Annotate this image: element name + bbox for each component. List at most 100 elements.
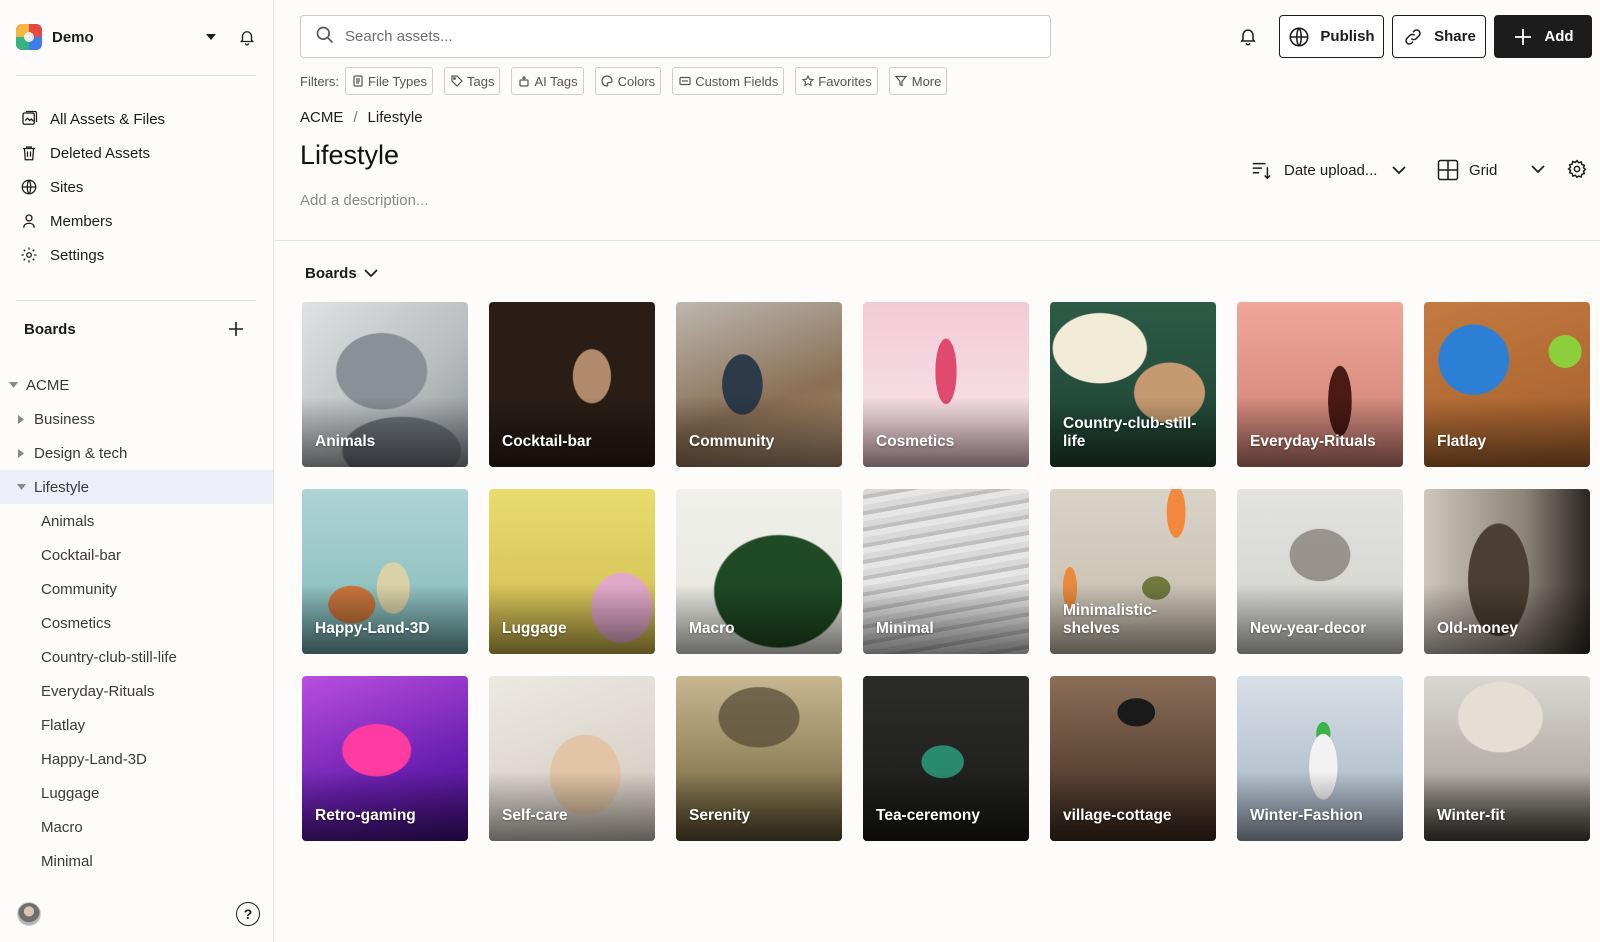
board-thumbnail-overlay [676, 397, 842, 467]
board-card[interactable]: New-year-decor [1237, 489, 1403, 654]
boards-tree: ACME Business Design & tech Lifestyle Animal… [0, 368, 273, 878]
filter-file-types[interactable]: File Types [345, 67, 434, 95]
tree-item[interactable]: Flatlay [0, 708, 273, 742]
board-card[interactable]: Minimalistic-shelves [1050, 489, 1216, 654]
nav-item-all-assets[interactable]: All Assets & Files [16, 102, 260, 136]
add-board-icon[interactable] [226, 319, 246, 339]
boards-section-label: Boards [305, 265, 357, 282]
board-card[interactable]: Cocktail-bar [489, 302, 655, 467]
tree-item[interactable]: Cosmetics [0, 606, 273, 640]
filter-tags[interactable]: Tags [444, 67, 501, 95]
assets-icon [20, 110, 38, 128]
avatar[interactable] [17, 902, 41, 926]
board-card[interactable]: Luggage [489, 489, 655, 654]
caret-right-icon[interactable] [16, 414, 26, 424]
tree-item-label: Luggage [41, 784, 100, 802]
workspace-switcher[interactable]: Demo [16, 22, 260, 52]
tree-item[interactable]: Design & tech [0, 436, 273, 470]
view-label: Grid [1469, 161, 1498, 179]
board-card[interactable]: Self-care [489, 676, 655, 841]
board-card[interactable]: Cosmetics [863, 302, 1029, 467]
tree-item[interactable]: Lifestyle [0, 470, 273, 504]
tree-item[interactable]: Cocktail-bar [0, 538, 273, 572]
board-card[interactable]: Flatlay [1424, 302, 1590, 467]
board-card[interactable]: village-cottage [1050, 676, 1216, 841]
filters-label: Filters: [300, 73, 339, 89]
nav-item-settings[interactable]: Settings [16, 238, 260, 272]
tree-item[interactable]: Country-club-still-life [0, 640, 273, 674]
publish-label: Publish [1320, 28, 1375, 45]
tree-item[interactable]: ACME [0, 368, 273, 402]
filter-label: More [911, 73, 942, 89]
search-input[interactable] [345, 28, 985, 45]
tree-item-label: ACME [26, 376, 70, 394]
board-card-label: Cocktail-bar [502, 433, 592, 450]
tree-item[interactable]: Everyday-Rituals [0, 674, 273, 708]
nav-item-sites[interactable]: Sites [16, 170, 260, 204]
filter-ai-tags[interactable]: AI Tags [511, 67, 584, 95]
board-card-label: Old-money [1437, 620, 1518, 637]
help-icon[interactable]: ? [236, 902, 260, 926]
board-card[interactable]: Winter-fit [1424, 676, 1590, 841]
tree-item[interactable]: Happy-Land-3D [0, 742, 273, 776]
notifications-bell-icon[interactable] [1236, 24, 1260, 48]
board-thumbnail-overlay [1424, 584, 1590, 654]
board-card[interactable]: Serenity [676, 676, 842, 841]
filter-label: Tags [467, 73, 495, 89]
tree-item[interactable]: Business [0, 402, 273, 436]
board-card[interactable]: Macro [676, 489, 842, 654]
board-card[interactable]: Old-money [1424, 489, 1590, 654]
publish-button[interactable]: Publish [1279, 15, 1384, 58]
board-card[interactable]: Everyday-Rituals [1237, 302, 1403, 467]
board-card[interactable]: Winter-Fashion [1237, 676, 1403, 841]
board-card-label: Tea-ceremony [876, 807, 980, 824]
filter-more[interactable]: More [888, 67, 948, 95]
tree-item[interactable]: Community [0, 572, 273, 606]
chevron-down-icon[interactable] [1530, 161, 1546, 177]
add-button[interactable]: Add [1494, 15, 1592, 58]
description-field[interactable]: Add a description... [300, 192, 428, 209]
caret-down-icon[interactable] [202, 28, 220, 46]
board-card-label: Happy-Land-3D [315, 620, 430, 637]
tree-item[interactable]: Animals [0, 504, 273, 538]
sort-dropdown[interactable]: Date upload... [1250, 156, 1407, 184]
share-button[interactable]: Share [1392, 15, 1486, 58]
board-card[interactable]: Animals [302, 302, 468, 467]
breadcrumb-root[interactable]: ACME [300, 109, 343, 126]
view-dropdown[interactable]: Grid [1437, 156, 1497, 184]
board-card[interactable]: Happy-Land-3D [302, 489, 468, 654]
view-settings-gear-icon[interactable] [1566, 158, 1588, 180]
nav-item-label: Sites [50, 178, 84, 196]
board-card-label: Minimal [876, 620, 934, 637]
tree-item-label: Macro [41, 818, 83, 836]
tree-item[interactable]: Minimal [0, 844, 273, 878]
breadcrumb: ACME / Lifestyle [300, 109, 423, 126]
nav-item-members[interactable]: Members [16, 204, 260, 238]
chevron-down-icon [363, 266, 379, 282]
caret-down-icon[interactable] [8, 380, 18, 390]
board-card[interactable]: Community [676, 302, 842, 467]
filter-custom-fields[interactable]: Custom Fields [672, 67, 785, 95]
boards-section-toggle[interactable]: Boards [305, 265, 379, 282]
board-thumbnail-overlay [863, 584, 1029, 654]
tree-item[interactable]: Luggage [0, 776, 273, 810]
person-icon [20, 212, 38, 230]
board-card-label: New-year-decor [1250, 620, 1367, 637]
tree-item[interactable]: Macro [0, 810, 273, 844]
board-card[interactable]: Minimal [863, 489, 1029, 654]
caret-down-icon[interactable] [16, 482, 26, 492]
search-bar[interactable] [300, 15, 1051, 58]
board-thumbnail-overlay [489, 584, 655, 654]
filter-favorites[interactable]: Favorites [795, 67, 878, 95]
board-card[interactable]: Retro-gaming [302, 676, 468, 841]
palette-icon [601, 75, 614, 88]
nav-item-deleted-assets[interactable]: Deleted Assets [16, 136, 260, 170]
board-card-label: Everyday-Rituals [1250, 433, 1376, 450]
caret-right-icon[interactable] [16, 448, 26, 458]
page-title: Lifestyle [300, 140, 400, 170]
board-card[interactable]: Tea-ceremony [863, 676, 1029, 841]
board-card[interactable]: Country-club-still-life [1050, 302, 1216, 467]
bell-icon[interactable] [236, 26, 258, 48]
ai-tag-icon [517, 75, 530, 88]
filter-colors[interactable]: Colors [594, 67, 662, 95]
